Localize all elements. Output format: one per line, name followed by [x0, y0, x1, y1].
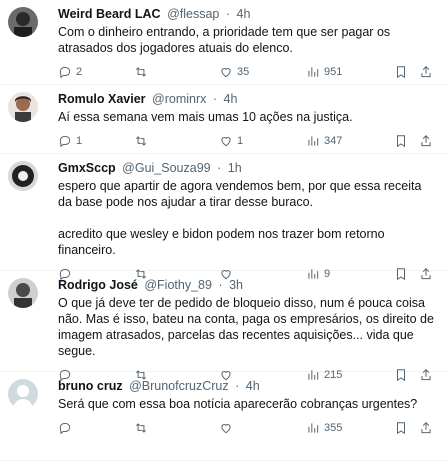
heart-icon: [221, 424, 231, 434]
handle[interactable]: @Gui_Souza99: [122, 161, 210, 175]
share-button[interactable]: [419, 134, 433, 148]
view-count: 355: [324, 422, 343, 434]
tweet-header: Rodrigo José @Fiothy_89 · 3h: [58, 277, 438, 294]
views-chart-icon: [308, 423, 319, 433]
retweet-button[interactable]: [134, 134, 152, 148]
timestamp[interactable]: 1h: [228, 161, 242, 175]
share-button[interactable]: [419, 65, 433, 79]
handle[interactable]: @flessap: [167, 7, 219, 21]
retweet-button[interactable]: [134, 65, 152, 79]
share-icon: [421, 135, 431, 147]
tweet-text: Aí essa semana vem mais umas 10 ações na…: [58, 109, 438, 125]
separator-dot: ·: [218, 278, 223, 292]
action-bar: 2 35 951: [58, 60, 438, 86]
timestamp[interactable]: 4h: [224, 92, 238, 106]
view-count: 951: [324, 66, 343, 78]
tweet-text: Com o dinheiro entrando, a prioridade te…: [58, 24, 438, 56]
tweet-paragraph: Com o dinheiro entrando, a prioridade te…: [58, 25, 391, 55]
views-chart-icon: [308, 67, 319, 77]
reply-icon: [59, 135, 71, 148]
heart-icon: [221, 68, 231, 78]
tweet[interactable]: Weird Beard LAC @flessap · 4h Com o dinh…: [0, 0, 448, 85]
tweet[interactable]: GmxSccp @Gui_Souza99 · 1h espero que apa…: [0, 154, 448, 281]
tweet-paragraph: O que já deve ter de pedido de bloqueio …: [58, 296, 434, 358]
bookmark-icon: [397, 135, 405, 148]
timestamp[interactable]: 3h: [229, 278, 243, 292]
timestamp[interactable]: 4h: [237, 7, 251, 21]
bookmark-icon: [397, 422, 405, 435]
tweet-paragraph: acredito que wesley e bidon podem nos tr…: [58, 227, 385, 257]
timestamp[interactable]: 4h: [246, 379, 260, 393]
retweet-button[interactable]: [134, 421, 152, 435]
bookmark-button[interactable]: [394, 65, 408, 79]
reply-button[interactable]: 2: [58, 65, 82, 79]
handle[interactable]: @Fiothy_89: [144, 278, 212, 292]
share-icon: [421, 422, 431, 434]
retweet-icon: [135, 67, 147, 77]
views-button[interactable]: 347: [306, 134, 342, 148]
reply-button[interactable]: 1: [58, 134, 82, 148]
views-button[interactable]: 355: [306, 421, 342, 435]
reply-count: 2: [76, 66, 83, 78]
share-icon: [421, 66, 431, 78]
heart-icon: [221, 137, 231, 147]
tweet-header: Romulo Xavier @rominrx · 4h: [58, 91, 438, 108]
separator-dot: ·: [212, 92, 218, 106]
views-button[interactable]: 951: [306, 65, 342, 79]
separator-dot: ·: [235, 379, 240, 393]
display-name[interactable]: GmxSccp: [58, 161, 116, 175]
reply-count: 1: [76, 135, 83, 147]
like-button[interactable]: 35: [219, 65, 249, 79]
display-name[interactable]: Romulo Xavier: [58, 92, 146, 106]
like-button[interactable]: [219, 421, 237, 435]
tweet-text: O que já deve ter de pedido de bloqueio …: [58, 295, 438, 359]
action-bar: 355: [58, 416, 438, 442]
tweet-paragraph: espero que apartir de agora vendemos bem…: [58, 179, 422, 209]
tweet-header: bruno cruz @BrunofcruzCruz · 4h: [58, 378, 438, 395]
tweet[interactable]: Romulo Xavier @rominrx · 4h Aí essa sema…: [0, 85, 448, 154]
bookmark-button[interactable]: [394, 134, 408, 148]
view-count: 347: [324, 135, 343, 147]
avatar[interactable]: [8, 92, 38, 122]
bookmark-button[interactable]: [394, 421, 408, 435]
tweet-header: GmxSccp @Gui_Souza99 · 1h: [58, 160, 438, 177]
avatar[interactable]: [8, 161, 38, 191]
avatar[interactable]: [8, 7, 38, 37]
bookmark-icon: [397, 66, 405, 79]
share-button[interactable]: [419, 421, 433, 435]
retweet-icon: [135, 136, 147, 146]
retweet-icon: [135, 423, 147, 433]
handle[interactable]: @BrunofcruzCruz: [129, 379, 229, 393]
separator-dot: ·: [217, 161, 222, 175]
like-count: 1: [237, 135, 244, 147]
tweet-text: Será que com essa boa notícia aparecerão…: [58, 396, 438, 412]
display-name[interactable]: Rodrigo José: [58, 278, 138, 292]
tweet-paragraph: Aí essa semana vem mais umas 10 ações na…: [58, 110, 353, 124]
tweet-text: espero que apartir de agora vendemos bem…: [58, 178, 438, 258]
action-bar: 1 1 347: [58, 129, 438, 155]
separator-dot: ·: [225, 7, 231, 21]
display-name[interactable]: Weird Beard LAC: [58, 7, 161, 21]
avatar[interactable]: [8, 379, 38, 409]
views-chart-icon: [308, 136, 319, 146]
handle[interactable]: @rominrx: [152, 92, 206, 106]
tweet-paragraph: Será que com essa boa notícia aparecerão…: [58, 397, 418, 411]
reply-icon: [59, 66, 71, 79]
like-count: 35: [237, 66, 250, 78]
like-button[interactable]: 1: [219, 134, 243, 148]
reply-icon: [59, 422, 71, 435]
reply-button[interactable]: [58, 421, 76, 435]
tweet-header: Weird Beard LAC @flessap · 4h: [58, 6, 438, 23]
tweet[interactable]: bruno cruz @BrunofcruzCruz · 4h Será que…: [0, 372, 448, 461]
avatar[interactable]: [8, 278, 38, 308]
reply-feed: Weird Beard LAC @flessap · 4h Com o dinh…: [0, 0, 448, 461]
tweet[interactable]: Rodrigo José @Fiothy_89 · 3h O que já de…: [0, 271, 448, 382]
display-name[interactable]: bruno cruz: [58, 379, 123, 393]
